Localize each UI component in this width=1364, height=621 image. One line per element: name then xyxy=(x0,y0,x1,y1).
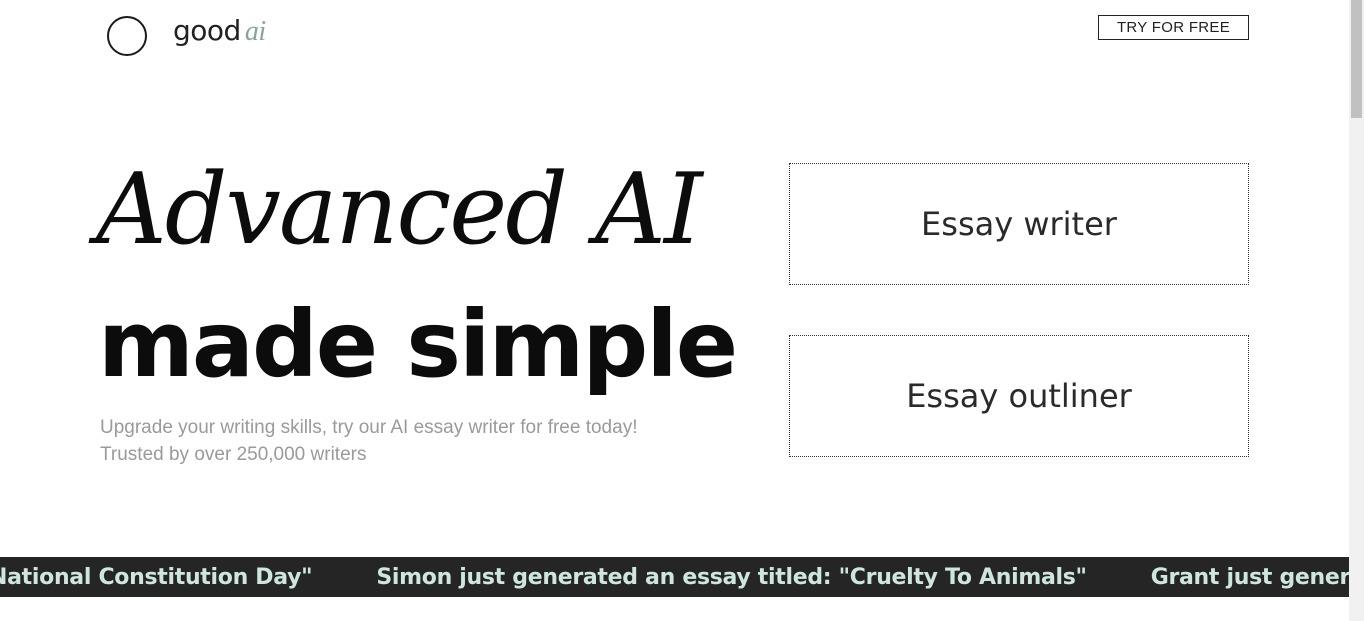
activity-ticker: : "National Constitution Day" Simon just… xyxy=(0,557,1349,597)
essay-writer-button[interactable]: Essay writer xyxy=(789,163,1249,285)
vertical-scrollbar[interactable] xyxy=(1349,0,1364,621)
ticker-item: Simon just generated an essay titled: "C… xyxy=(376,564,1087,590)
logo-ai: ai xyxy=(244,16,266,47)
hero-title-line2: made simple xyxy=(98,291,738,398)
ticker-item: Grant just generated an essay titled: xyxy=(1150,564,1349,590)
try-for-free-button[interactable]: TRY FOR FREE xyxy=(1098,15,1249,40)
hero-subtitle-line1: Upgrade your writing skills, try our AI … xyxy=(100,417,638,438)
logo-circle-icon[interactable] xyxy=(107,16,147,56)
ticker-track: : "National Constitution Day" Simon just… xyxy=(0,557,1349,597)
ticker-item: : "National Constitution Day" xyxy=(0,564,313,590)
hero-title-line1: Advanced AI xyxy=(96,153,703,267)
hero-subtitle-line2: Trusted by over 250,000 writers xyxy=(100,444,367,465)
scrollbar-thumb[interactable] xyxy=(1351,0,1362,118)
page: good ai TRY FOR FREE Advanced AI made sim… xyxy=(0,0,1349,621)
logo[interactable]: good ai xyxy=(173,14,266,48)
logo-word: good xyxy=(173,14,241,47)
hero-subtitle: Upgrade your writing skills, try our AI … xyxy=(100,414,637,468)
essay-outliner-button[interactable]: Essay outliner xyxy=(789,335,1249,457)
